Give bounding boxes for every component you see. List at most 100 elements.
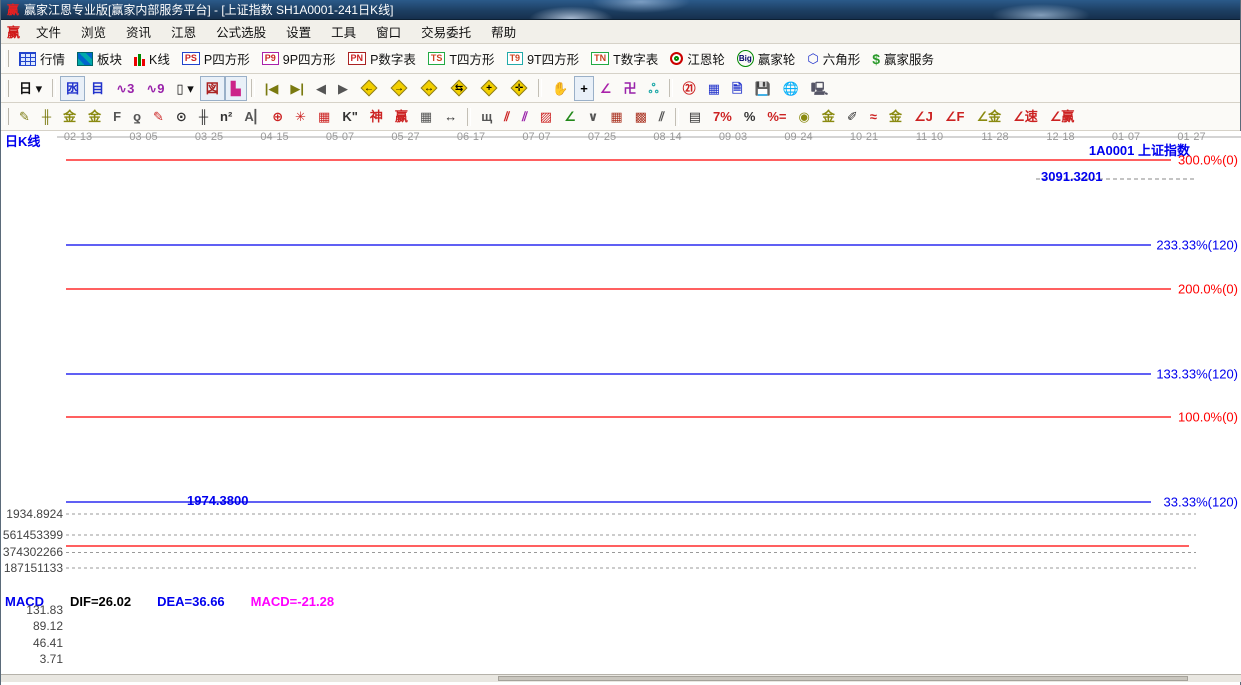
gold-line-tool[interactable]: 金: [816, 104, 841, 129]
9t-square-button[interactable]: T9 9T四方形: [501, 46, 586, 71]
ying-tool[interactable]: 赢: [389, 104, 414, 129]
info-document-button[interactable]: 目: [85, 76, 110, 101]
angle-j-tool[interactable]: ∠J: [908, 104, 939, 129]
menu-item-工具[interactable]: 工具: [321, 23, 366, 43]
crosshair-button[interactable]: +: [574, 75, 594, 101]
circle-cross-tool[interactable]: ⊕: [266, 104, 289, 129]
tick-grid-tool[interactable]: ╫: [193, 104, 214, 129]
green-angle-tool[interactable]: ∠: [558, 104, 582, 129]
zoom-left-diamond-button[interactable]: ←: [354, 76, 384, 101]
single-candle-dropdown[interactable]: ▯ ▾: [170, 76, 199, 101]
t-square-button[interactable]: TS T四方形: [422, 46, 501, 71]
gann-fan-button[interactable]: 卍: [617, 76, 642, 101]
star-grid-tool[interactable]: ✳: [289, 104, 312, 129]
compress-diamond-button[interactable]: ⇆: [444, 76, 474, 101]
menu-item-浏览[interactable]: 浏览: [71, 23, 116, 43]
angle-ying-tool[interactable]: ∠赢: [1044, 104, 1081, 129]
notes-button[interactable]: 🗎: [726, 76, 748, 101]
period-day-dropdown[interactable]: 日 ▾: [13, 76, 48, 101]
menu-item-资讯[interactable]: 资讯: [116, 23, 161, 43]
wave-line-tool[interactable]: ≈: [864, 104, 883, 129]
wave3-button[interactable]: ∿3: [110, 76, 140, 101]
red-grid-tool[interactable]: ▦: [604, 104, 628, 129]
wave-pattern-button[interactable]: 囦: [60, 75, 86, 101]
prev-button[interactable]: ◀: [310, 76, 332, 101]
percent-7-tool[interactable]: 7%: [707, 104, 738, 129]
menu-item-帮助[interactable]: 帮助: [481, 23, 526, 43]
horizontal-scrollbar[interactable]: [1, 674, 1241, 682]
time-circle-tool[interactable]: ⊙: [170, 104, 193, 129]
grid-123-tool[interactable]: ▦: [414, 104, 438, 129]
red-pencil-tool[interactable]: ✎: [147, 104, 170, 129]
angle-gold-tool[interactable]: ∠金: [970, 104, 1007, 129]
gold-square2-tool[interactable]: 金: [82, 104, 107, 129]
percent-line-tool[interactable]: %=: [761, 104, 792, 129]
gann-wheel-button[interactable]: 江恩轮: [664, 46, 731, 71]
expand-diamond-button[interactable]: ↔: [414, 76, 444, 101]
red-pattern-button[interactable]: 図: [199, 75, 225, 101]
service-button[interactable]: $ 赢家服务: [866, 46, 940, 71]
red-fan-tool[interactable]: ⫽: [498, 104, 516, 129]
menu-item-窗口[interactable]: 窗口: [366, 23, 411, 43]
histogram-button[interactable]: ▙: [224, 75, 247, 101]
red-grid2-tool[interactable]: ▩: [629, 104, 653, 129]
save-button[interactable]: 💾: [748, 76, 776, 101]
toolbar-grip[interactable]: [4, 79, 9, 97]
toolbar-grip[interactable]: [4, 50, 9, 67]
width-arrow-tool[interactable]: ↔: [438, 104, 463, 129]
wave9-button[interactable]: ∿9: [140, 76, 170, 101]
spiral-tool[interactable]: ƍ: [127, 104, 147, 129]
calculator-button[interactable]: ▦: [702, 76, 726, 101]
workstation-button[interactable]: 🖳: [805, 76, 834, 101]
scrollbar-thumb[interactable]: [498, 676, 1188, 681]
next-button[interactable]: ▶: [332, 76, 354, 101]
angle-measure-button[interactable]: ∠: [594, 76, 618, 101]
zoom-out-diamond-button[interactable]: ✛: [504, 76, 534, 101]
percent-tool[interactable]: %: [738, 104, 762, 129]
toolbar-grip[interactable]: [4, 108, 9, 125]
gold-circle-tool[interactable]: ◉: [793, 104, 816, 129]
menu-item-交易委托[interactable]: 交易委托: [411, 23, 481, 43]
a-channel-tool[interactable]: A⎢: [238, 104, 266, 129]
window-titlebar[interactable]: 赢 赢家江恩专业版[赢家内部服务平台] - [上证指数 SH1A0001-241…: [1, 0, 1240, 20]
sector-button[interactable]: 板块: [71, 46, 128, 71]
pan-hand-button[interactable]: ✋: [546, 76, 574, 101]
zoom-right-diamond-button[interactable]: →: [384, 76, 414, 101]
last-page-button[interactable]: ▶|: [284, 76, 310, 101]
angle-f-tool[interactable]: ∠F: [939, 104, 971, 129]
gann-grid-tool[interactable]: ╫: [36, 104, 57, 129]
9p-square-button[interactable]: P9 9P四方形: [256, 46, 342, 71]
first-page-button[interactable]: |◀: [259, 76, 285, 101]
gold-line2-tool[interactable]: 金: [883, 104, 908, 129]
gold-square-tool[interactable]: 金: [57, 104, 82, 129]
levels-list-tool[interactable]: ▤: [683, 104, 707, 129]
v-bottom-tool[interactable]: ∨: [582, 104, 605, 129]
web-time-button[interactable]: 🌐: [777, 76, 805, 101]
box-grid-tool[interactable]: ▦: [312, 104, 336, 129]
analysis-brain-button[interactable]: ஃ: [642, 76, 664, 101]
winner-wheel-button[interactable]: Big 赢家轮: [731, 46, 802, 71]
n-square-tool[interactable]: n²: [214, 104, 238, 129]
box-fan-tool[interactable]: ▨: [534, 104, 558, 129]
purple-fan-tool[interactable]: ⫽: [516, 104, 534, 129]
shen-tool[interactable]: 神: [364, 104, 389, 129]
chart-area[interactable]: 日K线 1A0001 上证指数 02-13 03-05 03-25 04-15 05-0…: [1, 131, 1241, 682]
menu-item-文件[interactable]: 文件: [26, 23, 71, 43]
diag-lines-tool[interactable]: ⫽: [653, 104, 671, 129]
calendar-button[interactable]: ㉑: [677, 76, 702, 101]
kline-button[interactable]: K线: [128, 46, 176, 71]
f-square-tool[interactable]: F: [107, 104, 127, 129]
menu-item-公式选股[interactable]: 公式选股: [206, 23, 276, 43]
p-number-button[interactable]: PN P数字表: [342, 46, 422, 71]
k-quote-tool[interactable]: K": [336, 104, 364, 129]
edit-pencil-tool[interactable]: ✎: [13, 104, 36, 129]
menu-item-江恩[interactable]: 江恩: [161, 23, 206, 43]
brush-tool[interactable]: ✐: [841, 104, 864, 129]
hexagon-button[interactable]: ⬡ 六角形: [801, 46, 866, 71]
zoom-in-diamond-button[interactable]: +: [474, 76, 504, 101]
pillar-tool[interactable]: щ: [475, 104, 498, 129]
t-number-button[interactable]: TN T数字表: [585, 46, 664, 71]
angle-speed-tool[interactable]: ∠速: [1007, 104, 1044, 129]
quote-button[interactable]: 行情: [13, 46, 71, 71]
menu-item-设置[interactable]: 设置: [276, 23, 321, 43]
